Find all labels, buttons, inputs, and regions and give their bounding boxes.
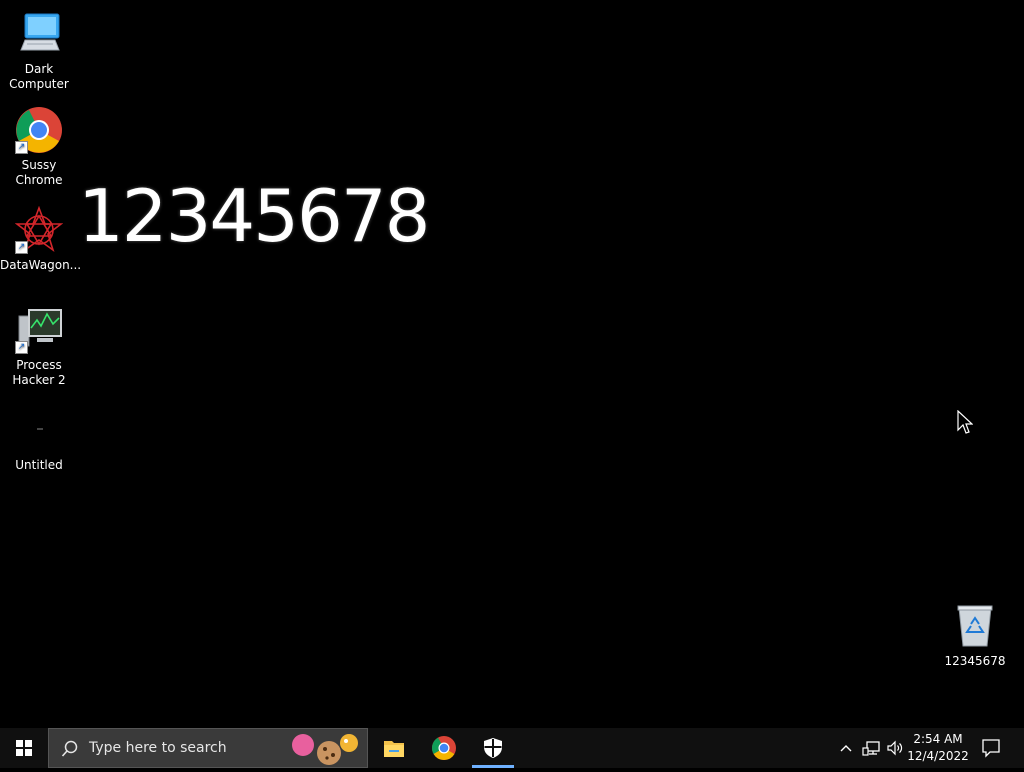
taskbar: Type here to search 2:54 AM 12/4/2022 bbox=[0, 728, 1024, 768]
security-shield-icon bbox=[484, 738, 502, 758]
mouse-cursor-icon bbox=[957, 409, 974, 436]
process-hacker-icon: ↗ bbox=[15, 306, 63, 354]
network-icon[interactable] bbox=[862, 740, 880, 756]
desktop-icon-label: DataWagon... bbox=[0, 258, 82, 272]
search-highlight-cookies-icon bbox=[292, 734, 358, 765]
show-hidden-icons-chevron-up-icon[interactable] bbox=[838, 740, 854, 756]
desktop-icon-label: Process Hacker 2 bbox=[12, 358, 66, 387]
desktop-icon-sussy-chrome[interactable]: ↗ Sussy Chrome bbox=[0, 106, 78, 188]
computer-icon bbox=[15, 10, 63, 58]
action-center-notification-icon[interactable] bbox=[980, 738, 1002, 758]
desktop: Dark Computer ↗ Sussy Chrome ↗ DataWagon… bbox=[0, 0, 1024, 728]
taskbar-file-explorer[interactable] bbox=[370, 728, 418, 768]
blank-file-icon bbox=[15, 406, 63, 454]
wallpaper-text: 12345678 bbox=[78, 174, 430, 258]
clock-date: 12/4/2022 bbox=[907, 749, 969, 763]
clock[interactable]: 2:54 AM 12/4/2022 bbox=[906, 731, 970, 767]
taskbar-search-box[interactable]: Type here to search bbox=[48, 728, 368, 768]
desktop-icon-untitled[interactable]: Untitled bbox=[0, 406, 78, 473]
shortcut-arrow-icon: ↗ bbox=[15, 341, 28, 354]
desktop-icon-datawagon[interactable]: ↗ DataWagon... bbox=[0, 205, 82, 273]
taskbar-chrome[interactable] bbox=[420, 728, 468, 768]
windows-logo-icon bbox=[16, 740, 32, 756]
taskbar-security[interactable] bbox=[469, 728, 517, 768]
desktop-icon-label: Dark Computer bbox=[9, 62, 69, 91]
search-icon bbox=[61, 740, 78, 757]
chrome-icon: ↗ bbox=[15, 106, 63, 154]
desktop-icon-recycle-bin[interactable]: 12345678 bbox=[936, 602, 1014, 669]
desktop-icon-label: Untitled bbox=[15, 458, 63, 472]
clock-time: 2:54 AM bbox=[913, 732, 963, 746]
shortcut-arrow-icon: ↗ bbox=[15, 241, 28, 254]
shortcut-arrow-icon: ↗ bbox=[15, 141, 28, 154]
file-explorer-icon bbox=[384, 741, 404, 757]
search-placeholder: Type here to search bbox=[89, 740, 227, 756]
chrome-icon bbox=[431, 736, 456, 761]
desktop-icon-label: 12345678 bbox=[944, 654, 1006, 668]
recycle-bin-icon bbox=[951, 602, 999, 650]
desktop-icon-dark-computer[interactable]: Dark Computer bbox=[0, 10, 78, 92]
start-button[interactable] bbox=[0, 728, 48, 768]
datawagon-icon: ↗ bbox=[14, 205, 64, 254]
volume-icon[interactable] bbox=[886, 740, 904, 756]
desktop-icon-process-hacker[interactable]: ↗ Process Hacker 2 bbox=[0, 306, 78, 388]
desktop-icon-label: Sussy Chrome bbox=[15, 158, 63, 187]
